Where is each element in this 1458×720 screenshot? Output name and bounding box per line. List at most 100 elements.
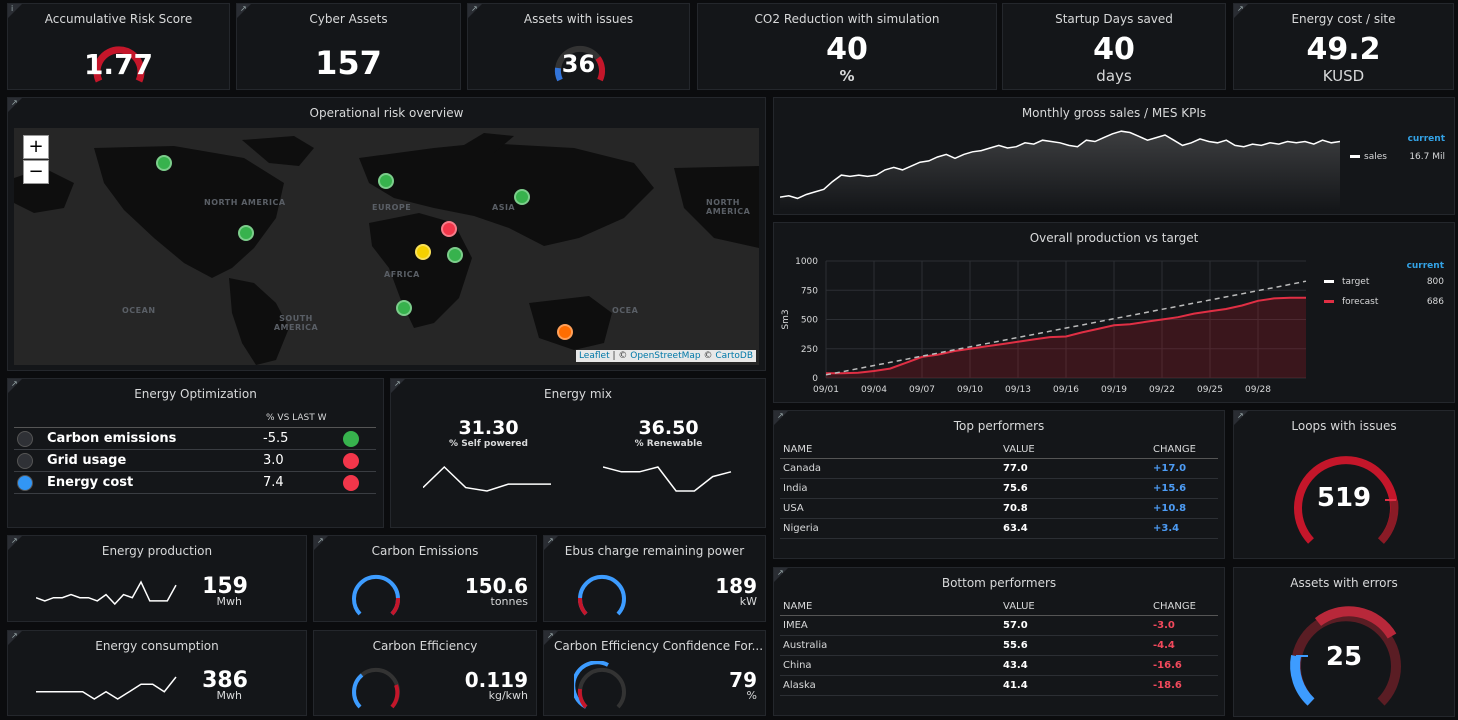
world-map-shapes — [14, 133, 759, 365]
col-name[interactable]: NAME — [780, 441, 1000, 459]
trend-dot — [343, 474, 359, 491]
legend-row-forecast[interactable]: forecast 686 — [1324, 297, 1444, 307]
eprod-unit: Mwh — [216, 595, 242, 608]
map-marker-asia[interactable] — [514, 189, 530, 205]
map-marker-africa-south[interactable] — [396, 300, 412, 316]
table-row[interactable]: Australia 55.6 -4.4 — [780, 635, 1218, 656]
col-value[interactable]: VALUE — [1000, 598, 1150, 616]
label-north-america-right: NORTH AMERICA — [706, 198, 751, 216]
row-value: -5.5 — [260, 427, 340, 450]
table-row[interactable]: Nigeria 63.4 +3.4 — [780, 518, 1218, 539]
map-marker-europe[interactable] — [378, 173, 394, 189]
row-change: -16.6 — [1150, 655, 1218, 676]
row-name: Nigeria — [780, 518, 1000, 539]
label-ocean-left: OCEAN — [122, 306, 156, 315]
energy-opt-row[interactable]: Carbon emissions -5.5 — [14, 427, 376, 450]
energy-production-sparkline — [36, 580, 177, 606]
map-marker-usa[interactable] — [238, 225, 254, 241]
panel-title: Ebus charge remaining power — [564, 544, 745, 558]
renewable-sparkline — [603, 466, 732, 492]
col-value[interactable]: VALUE — [1000, 441, 1150, 459]
leaflet-link[interactable]: Leaflet — [579, 351, 610, 361]
carto-link[interactable]: CartoDB — [715, 351, 753, 361]
map-marker-middle-east[interactable] — [441, 221, 457, 237]
row-change: +3.4 — [1150, 518, 1218, 539]
osm-link[interactable]: OpenStreetMap — [630, 351, 700, 361]
carbon-emissions-gauge — [352, 574, 400, 616]
row-label: Energy cost — [44, 471, 260, 494]
col-change[interactable]: CHANGE — [1150, 598, 1218, 616]
zoom-out-button[interactable]: − — [23, 160, 49, 184]
label-africa: AFRICA — [384, 270, 420, 279]
legend-header: current — [1406, 261, 1444, 271]
row-value: 57.0 — [1000, 615, 1150, 636]
row-name: IMEA — [780, 615, 1000, 636]
map-marker-australia[interactable] — [557, 324, 573, 340]
sparkline-path — [36, 676, 177, 700]
row-change: -4.4 — [1150, 635, 1218, 656]
row-change: +17.0 — [1150, 458, 1218, 479]
table-row[interactable]: Canada 77.0 +17.0 — [780, 458, 1218, 479]
carbon-efficiency-gauge — [352, 667, 400, 709]
production-legend: current target 800 forecast 686 — [1324, 261, 1444, 307]
sparkline-path — [423, 465, 551, 492]
label-asia: ASIA — [492, 203, 516, 212]
row-value: 70.8 — [1000, 498, 1150, 519]
row-change: +10.8 — [1150, 498, 1218, 519]
panel-title: Assets with errors — [1290, 576, 1398, 590]
y-tick-label: 500 — [801, 316, 818, 326]
panel-bottom-performers: ↗ Bottom performers NAME VALUE CHANGE IM… — [773, 567, 1225, 716]
loops-value: 519 — [1316, 483, 1372, 513]
row-value: 43.4 — [1000, 655, 1150, 676]
energy-opt-row[interactable]: Energy cost 7.4 — [14, 471, 376, 494]
legend-row-target[interactable]: target 800 — [1324, 277, 1444, 287]
status-dot — [17, 452, 33, 469]
table-row[interactable]: India 75.6 +15.6 — [780, 478, 1218, 499]
map-marker-africa-north[interactable] — [415, 244, 431, 260]
panel-co2: CO2 Reduction with simulation 40 % — [697, 3, 997, 90]
col-change[interactable]: CHANGE — [1150, 441, 1218, 459]
map-marker-alaska[interactable] — [156, 155, 172, 171]
panel-title: Energy cost / site — [1291, 12, 1396, 26]
panel-title: Energy mix — [544, 387, 612, 401]
cefc-unit: % — [746, 689, 757, 702]
x-tick-label: 09/28 — [1245, 385, 1271, 395]
row-value: 3.0 — [260, 449, 340, 472]
col-name[interactable]: NAME — [780, 598, 1000, 616]
row-name: India — [780, 478, 1000, 499]
y-tick-label: 250 — [801, 345, 818, 355]
self-powered-sparkline — [423, 465, 551, 492]
co2-value: 40 — [826, 32, 868, 67]
x-tick-label: 09/13 — [1005, 385, 1031, 395]
econs-unit: Mwh — [216, 689, 242, 702]
map-marker-africa-east[interactable] — [447, 247, 463, 263]
panel-title: Energy Optimization — [134, 387, 257, 401]
legend-row-sales[interactable]: sales 16.7 Mil — [1350, 152, 1445, 162]
row-name: Alaska — [780, 675, 1000, 696]
zoom-in-button[interactable]: + — [23, 135, 49, 159]
x-tick-label: 09/10 — [957, 385, 983, 395]
self-powered-stat: 31.30 % Self powered — [449, 417, 528, 449]
row-change: -3.0 — [1150, 615, 1218, 636]
energy-opt-row[interactable]: Grid usage 3.0 — [14, 449, 376, 472]
row-name: Australia — [780, 635, 1000, 656]
panel-title: Loops with issues — [1291, 419, 1397, 433]
energycost-value: 49.2 — [1306, 32, 1381, 67]
table-row[interactable]: USA 70.8 +10.8 — [780, 498, 1218, 519]
legend-header: current — [1407, 134, 1445, 144]
trend-dot — [343, 430, 359, 447]
x-tick-label: 09/22 — [1149, 385, 1175, 395]
startup-unit: days — [1096, 67, 1132, 85]
panel-assets-issues: ↗ Assets with issues 36 — [467, 3, 690, 90]
panel-carbon-confidence: ↗ Carbon Efficiency Confidence For... 79… — [543, 630, 766, 716]
ebus-gauge — [578, 574, 626, 616]
asset-errors-value: 25 — [1325, 642, 1363, 672]
panel-ebus: ↗ Ebus charge remaining power 189 kW — [543, 535, 766, 622]
table-row[interactable]: China 43.4 -16.6 — [780, 655, 1218, 676]
table-row[interactable]: Alaska 41.4 -18.6 — [780, 675, 1218, 696]
bottom-table: NAME VALUE CHANGE IMEA 57.0 -3.0 Australia 5… — [780, 598, 1218, 696]
world-map[interactable]: NORTH AMERICA EUROPE ASIA AFRICA SOUTH A… — [14, 128, 759, 365]
panel-energy-cost: ↗ Energy cost / site 49.2 KUSD — [1233, 3, 1454, 90]
x-tick-label: 09/04 — [861, 385, 887, 395]
table-row[interactable]: IMEA 57.0 -3.0 — [780, 615, 1218, 636]
